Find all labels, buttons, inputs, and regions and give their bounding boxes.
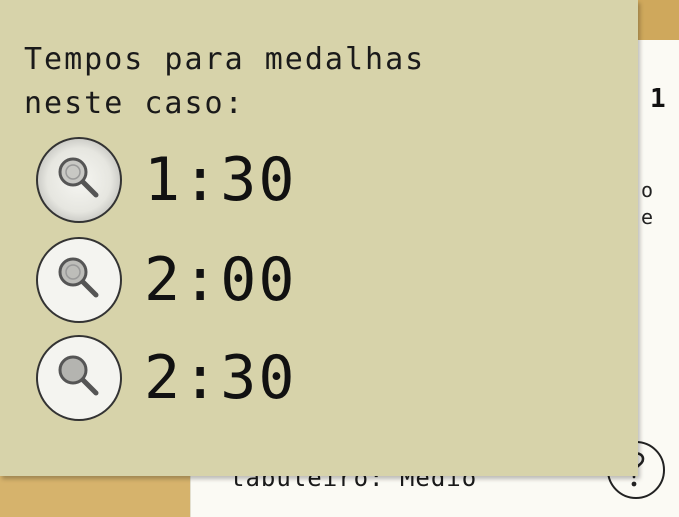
medal-times-note: Tempos para medalhas neste caso: 1:30 2:…	[0, 0, 638, 476]
gold-medal-time: 1:30	[144, 145, 297, 215]
magnifying-glass-icon	[49, 148, 109, 212]
note-title: Tempos para medalhas neste caso:	[24, 42, 426, 121]
silver-medal	[36, 237, 122, 323]
magnifying-glass-icon	[49, 248, 109, 312]
magnifying-glass-icon	[49, 346, 109, 410]
case-text-fragment: e	[641, 205, 654, 229]
medal-row-bronze: 2:30	[36, 332, 297, 424]
case-number: 1	[650, 84, 666, 114]
bronze-medal-time: 2:30	[144, 343, 297, 413]
case-text-fragment: o	[641, 178, 654, 202]
table-surface-bottom	[0, 470, 190, 517]
bronze-medal	[36, 335, 122, 421]
medal-row-gold: 1:30	[36, 134, 297, 226]
gold-medal	[36, 137, 122, 223]
silver-medal-time: 2:00	[144, 245, 297, 315]
medal-row-silver: 2:00	[36, 234, 297, 326]
